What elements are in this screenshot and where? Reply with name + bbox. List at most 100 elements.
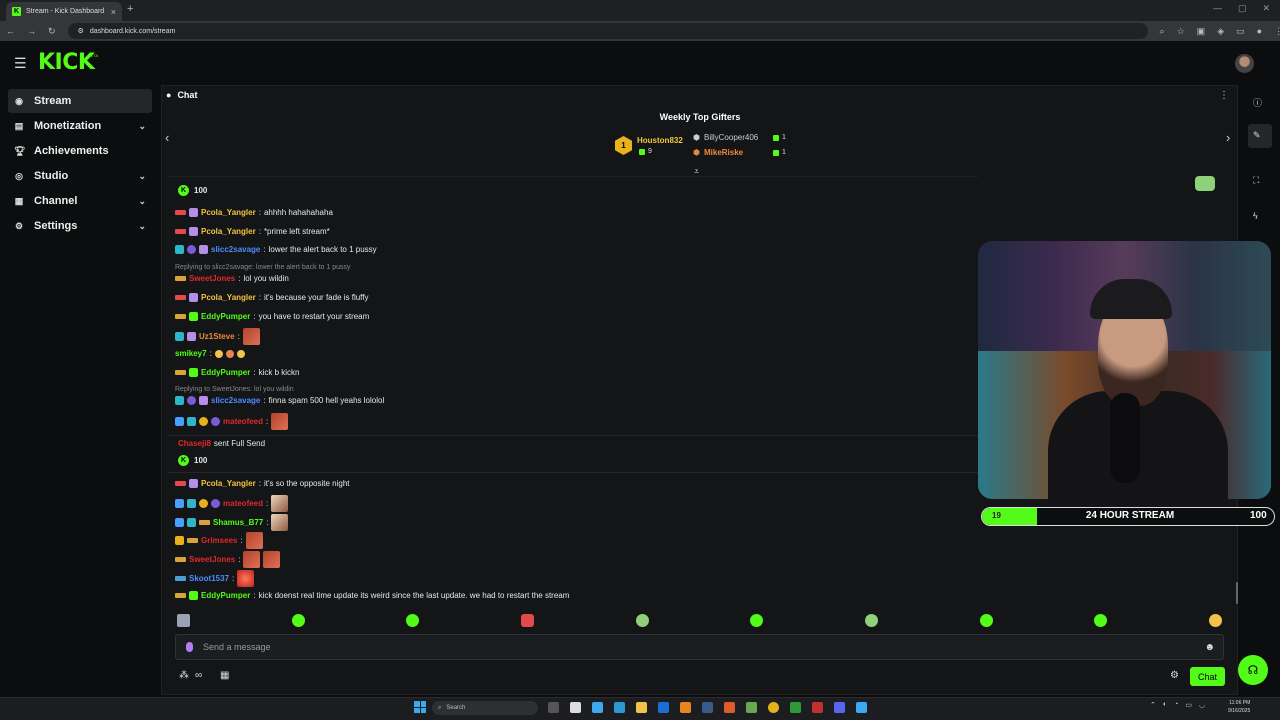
reply-reference[interactable]: Replying to SweetJones: lol you wildin <box>175 386 294 393</box>
app-icon[interactable] <box>570 702 581 713</box>
chat-message[interactable]: slicc2savage: lower the alert back to 1 … <box>175 245 377 254</box>
steam-icon[interactable] <box>702 702 713 713</box>
sidebar-item-achievements[interactable]: 🏆︎ Achievements <box>8 139 152 163</box>
chat-message[interactable]: EddyPumper: kick doenst real time update… <box>175 591 569 600</box>
user-avatar[interactable] <box>1235 54 1254 73</box>
bookmark-star-icon[interactable]: ☆ <box>1177 26 1185 37</box>
chat-scrollbar[interactable] <box>1236 582 1238 604</box>
xbox-icon[interactable] <box>790 702 801 713</box>
taskbar-clock[interactable]: 11:06 PM 9/16/2025 <box>1228 699 1250 715</box>
chat-message[interactable]: smikey7: <box>175 349 245 358</box>
app-icon[interactable] <box>812 702 823 713</box>
username[interactable]: EddyPumper <box>201 312 250 321</box>
chat-message[interactable]: Pcola_Yangler: ahhhh hahahahaha <box>175 208 333 217</box>
sidebar-item-channel[interactable]: ▦ Channel ⌄ <box>8 189 152 213</box>
chat-message[interactable]: Pcola_Yangler: *prime left stream* <box>175 227 330 236</box>
chat-message[interactable]: Pcola_Yangler: it's so the opposite nigh… <box>175 479 350 488</box>
network-icon[interactable]: ◐ <box>1163 701 1167 709</box>
lightning-icon[interactable]: ϟ <box>1253 211 1258 221</box>
taskview-icon[interactable] <box>548 702 559 713</box>
username[interactable]: Skoot1537 <box>189 574 229 583</box>
channel-points[interactable]: ⁂ ∞ <box>179 670 202 681</box>
tray-chevron-icon[interactable]: ⌃ <box>1150 701 1156 709</box>
discord-icon[interactable] <box>834 702 845 713</box>
gifter-first[interactable]: Houston832 <box>637 136 683 145</box>
chat-message[interactable]: slicc2savage: finna spam 500 hell yeahs … <box>175 396 384 405</box>
username[interactable]: EddyPumper <box>201 368 250 377</box>
username[interactable]: Pcola_Yangler <box>201 208 256 217</box>
emote-quick-icon[interactable] <box>177 614 190 627</box>
gifters-next-icon[interactable]: › <box>1226 130 1230 145</box>
battery-icon[interactable]: ▭ <box>1185 701 1192 709</box>
emote-quick-icon[interactable] <box>980 614 993 627</box>
forward-icon[interactable]: → <box>27 26 36 36</box>
chat-message[interactable]: Grimsees: <box>175 532 263 549</box>
url-field[interactable]: ⚙ dashboard.kick.com/stream <box>67 23 1148 39</box>
new-tab-button[interactable]: + <box>127 3 133 15</box>
chat-options-icon[interactable]: ⋮ <box>1219 90 1229 101</box>
reload-icon[interactable]: ↻ <box>48 26 56 37</box>
windows-start-icon[interactable] <box>414 701 426 713</box>
browser-menu-icon[interactable]: ⋮ <box>1274 26 1280 37</box>
chat-message[interactable]: SweetJones: <box>175 551 281 568</box>
chat-message[interactable]: SweetJones: lol you wildin <box>175 274 289 283</box>
chat-message[interactable]: Pcola_Yangler: it's because your fade is… <box>175 293 368 302</box>
send-chat-button[interactable]: Chat <box>1190 667 1225 686</box>
app-icon[interactable] <box>746 702 757 713</box>
username[interactable]: Shamus_B77 <box>213 518 263 527</box>
message-input[interactable]: Send a message ☻ <box>175 634 1224 660</box>
chat-message[interactable]: EddyPumper: you have to restart your str… <box>175 312 369 321</box>
emote-quick-icon[interactable] <box>406 614 419 627</box>
username[interactable]: Pcola_Yangler <box>201 479 256 488</box>
emoji-picker-icon[interactable]: ☻ <box>1204 642 1215 653</box>
chat-message[interactable]: Uz1Steve: <box>175 328 260 345</box>
username[interactable]: Grimsees <box>201 536 237 545</box>
sidebar-item-stream[interactable]: ◉ Stream <box>8 89 152 113</box>
app-icon[interactable] <box>724 702 735 713</box>
chat-message[interactable]: Shamus_B77: <box>175 514 289 531</box>
profile-icon[interactable]: ● <box>1257 26 1262 37</box>
emote-quick-icon[interactable] <box>750 614 763 627</box>
username[interactable]: SweetJones <box>189 274 235 283</box>
extensions-puzzle-icon[interactable]: ◈ <box>1217 26 1224 37</box>
username[interactable]: Uz1Steve <box>199 332 235 341</box>
support-headset-icon[interactable]: ☊ <box>1238 655 1268 685</box>
extension-icon[interactable]: ▣ <box>1197 26 1206 37</box>
minimize-icon[interactable]: — <box>1213 3 1222 14</box>
emote-quick-icon[interactable] <box>636 614 649 627</box>
username[interactable]: Pcola_Yangler <box>201 293 256 302</box>
chat-message[interactable]: EddyPumper: kick b kickn <box>175 368 299 377</box>
kick-logo[interactable]: KICK <box>38 50 95 75</box>
app-icon[interactable] <box>592 702 603 713</box>
back-icon[interactable]: ← <box>6 26 15 36</box>
chat-message[interactable]: mateofeed: <box>175 495 289 512</box>
emote-quick-icon[interactable] <box>1094 614 1107 627</box>
outlook-icon[interactable] <box>658 702 669 713</box>
emote-quick-icon[interactable] <box>292 614 305 627</box>
info-icon[interactable]: ⓘ <box>1253 96 1262 109</box>
close-window-icon[interactable]: ✕ <box>1262 3 1270 14</box>
reply-reference[interactable]: Replying to slicc2savage: lower the aler… <box>175 264 350 271</box>
taskbar-search[interactable]: ⌕ Search <box>432 701 538 715</box>
tab-close-icon[interactable]: × <box>111 7 116 17</box>
browser-tab[interactable]: K Stream - Kick Dashboard × <box>6 2 122 21</box>
zoom-icon[interactable]: ⌕ <box>1160 26 1165 37</box>
username[interactable]: SweetJones <box>189 555 235 564</box>
file-explorer-icon[interactable] <box>636 702 647 713</box>
edit-pencil-icon[interactable]: ✎ <box>1253 130 1261 141</box>
chat-settings-icon[interactable]: ⚙ <box>1170 670 1179 681</box>
sidebar-item-studio[interactable]: ◎ Studio ⌄ <box>8 164 152 188</box>
wifi-icon[interactable]: ◡ <box>1199 701 1205 709</box>
emote-quick-icon[interactable] <box>1209 614 1222 627</box>
emote-quick-icon[interactable] <box>865 614 878 627</box>
username[interactable]: EddyPumper <box>201 591 250 600</box>
edge-icon[interactable] <box>614 702 625 713</box>
sidebar-item-monetization[interactable]: ▤ Monetization ⌄ <box>8 114 152 138</box>
username[interactable]: mateofeed <box>223 417 263 426</box>
gifter-second[interactable]: ⬢ BillyCooper406 <box>693 133 758 142</box>
username[interactable]: mateofeed <box>223 499 263 508</box>
username[interactable]: Pcola_Yangler <box>201 227 256 236</box>
username[interactable]: smikey7 <box>175 349 207 358</box>
emote-quick-icon[interactable] <box>521 614 534 627</box>
sidepanel-icon[interactable]: ▭ <box>1236 26 1245 37</box>
